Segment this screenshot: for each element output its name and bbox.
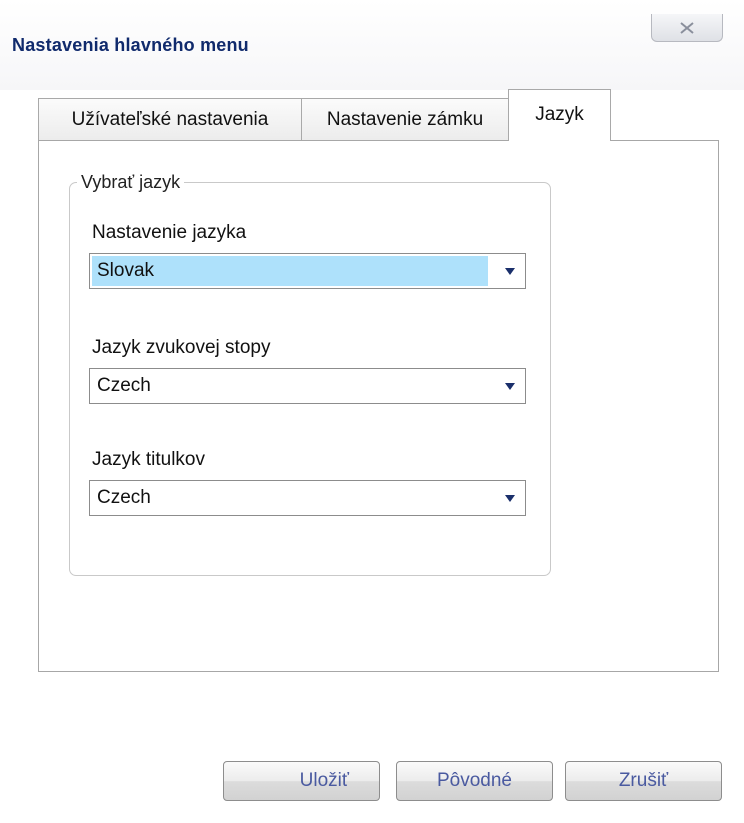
- tab-language[interactable]: Jazyk: [508, 89, 611, 141]
- window-title: Nastavenia hlavného menu: [12, 35, 249, 55]
- cancel-button-label: Zrušiť: [618, 770, 669, 791]
- default-button[interactable]: Pôvodné: [396, 761, 553, 801]
- save-button-label: Uložiť: [299, 770, 349, 791]
- close-x-icon: [680, 21, 694, 34]
- menu-language-select[interactable]: Slovak: [89, 253, 526, 289]
- menu-language-label: Nastavenie jazyka: [92, 222, 247, 243]
- settings-dialog: Nastavenia hlavného menu Užívateľské nas…: [0, 0, 744, 823]
- groupbox-title: Vybrať jazyk: [77, 172, 185, 193]
- chevron-down-icon: [505, 268, 515, 275]
- audio-language-label: Jazyk zvukovej stopy: [92, 337, 271, 358]
- title-bar: Nastavenia hlavného menu: [0, 0, 744, 90]
- chevron-down-icon: [505, 495, 515, 502]
- menu-language-value: Slovak: [92, 256, 488, 286]
- default-button-label: Pôvodné: [436, 770, 512, 791]
- audio-language-value: Czech: [97, 375, 151, 396]
- subtitle-language-label: Jazyk titulkov: [92, 449, 205, 470]
- subtitle-language-select[interactable]: Czech: [89, 480, 526, 516]
- chevron-down-icon: [505, 383, 515, 390]
- close-button[interactable]: [651, 14, 723, 42]
- audio-language-select[interactable]: Czech: [89, 368, 526, 404]
- tab-lock-settings[interactable]: Nastavenie zámku: [301, 98, 509, 140]
- tab-label: Jazyk: [535, 104, 584, 125]
- save-button[interactable]: Uložiť: [223, 761, 380, 801]
- tab-label: Nastavenie zámku: [326, 108, 484, 130]
- subtitle-language-value: Czech: [97, 487, 151, 508]
- tab-user-settings[interactable]: Užívateľské nastavenia: [38, 98, 302, 140]
- tab-label: Užívateľské nastavenia: [71, 108, 269, 130]
- cancel-button[interactable]: Zrušiť: [565, 761, 722, 801]
